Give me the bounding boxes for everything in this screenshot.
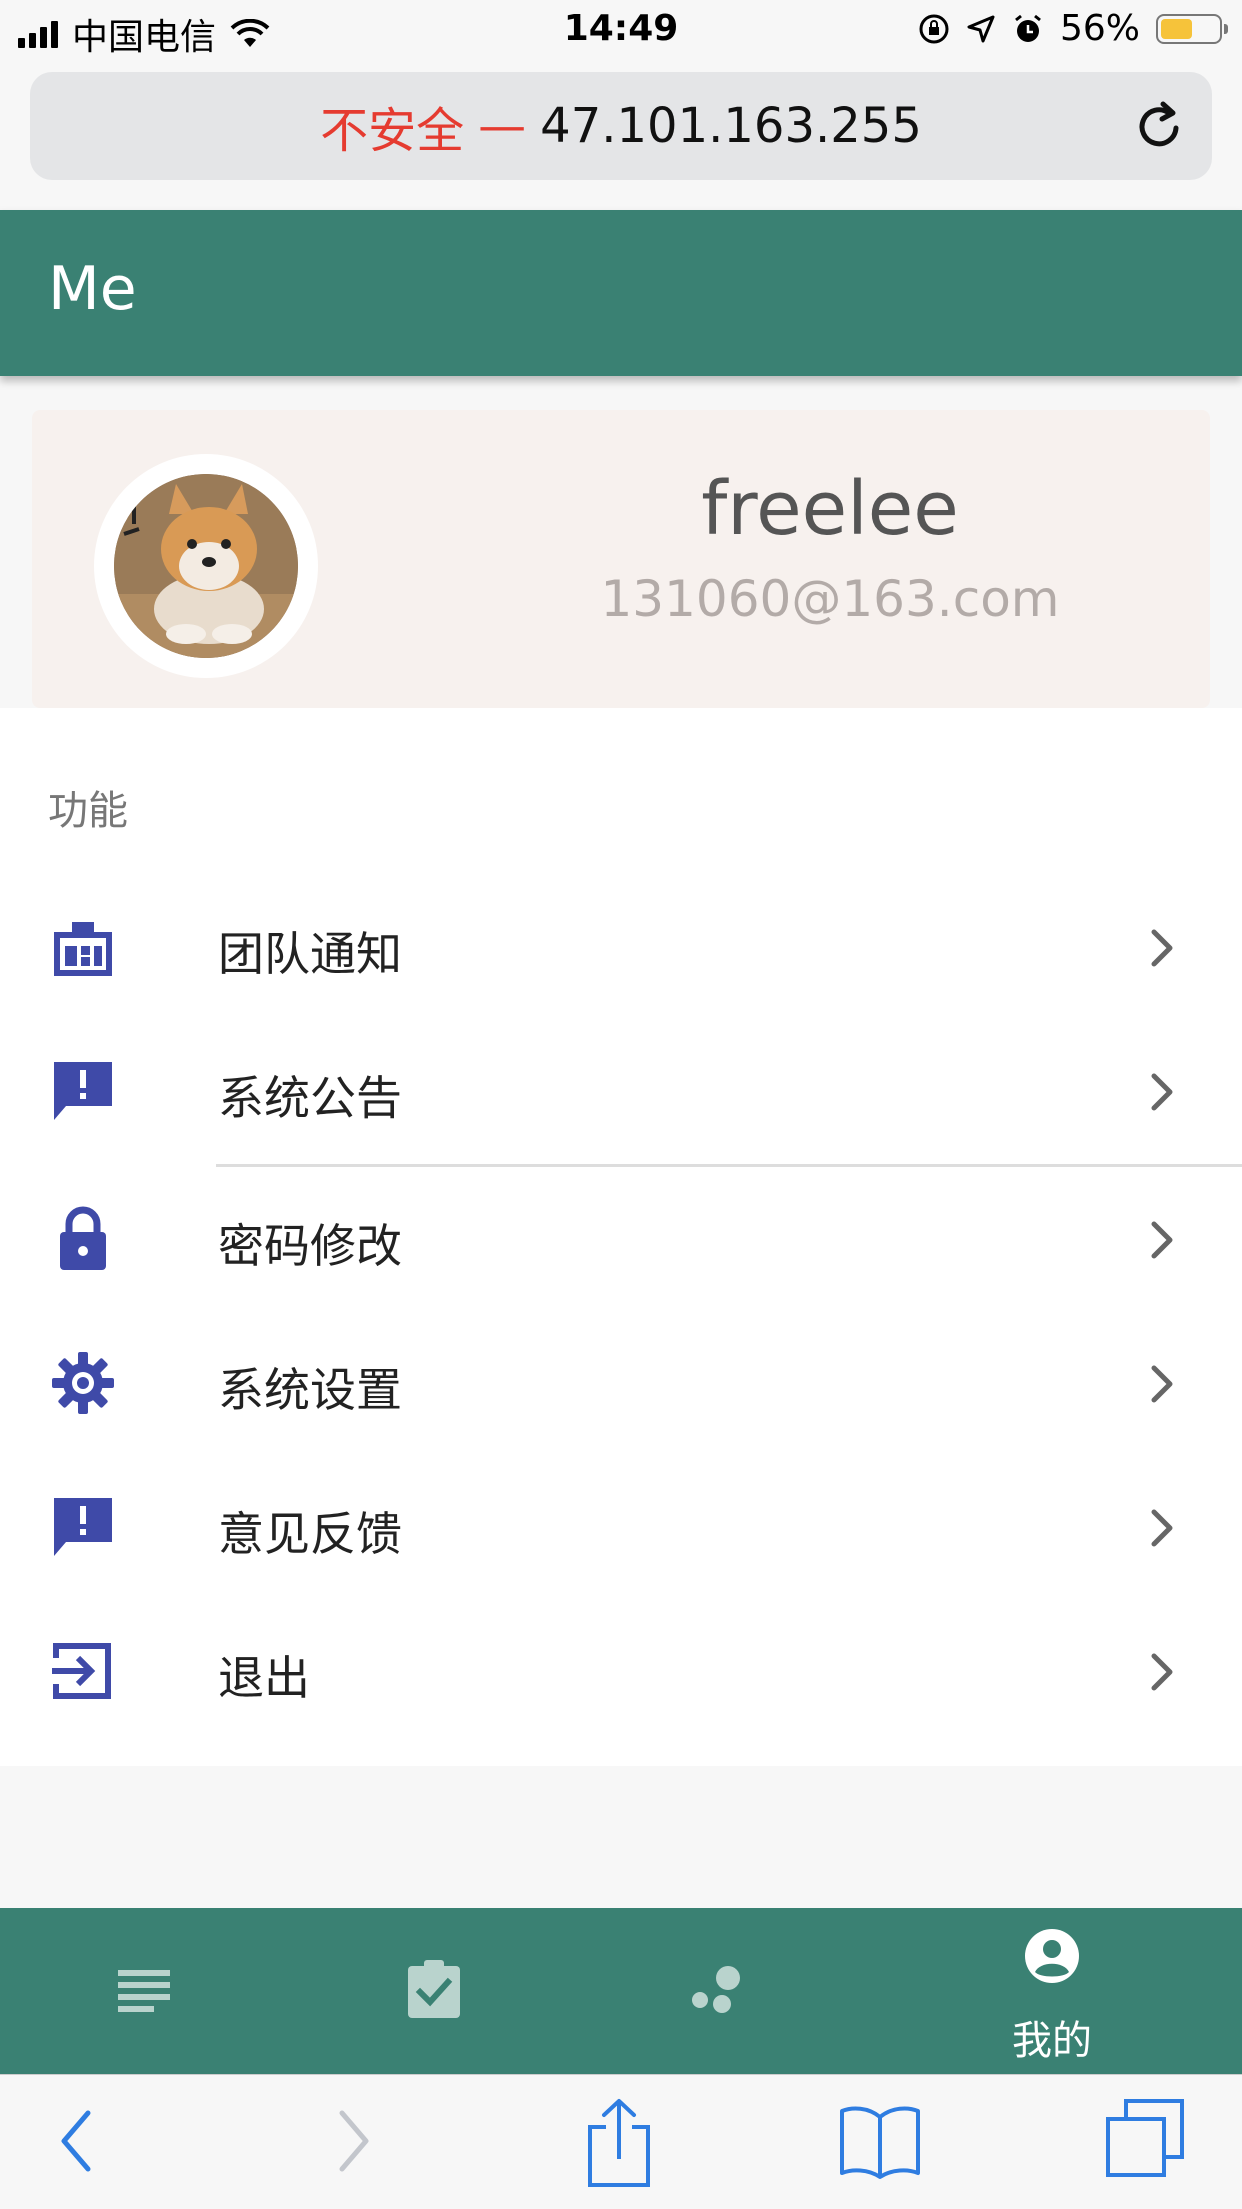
battery-level [1161, 18, 1192, 39]
status-right: 56% [918, 8, 1228, 49]
user-name: freelee [701, 466, 959, 552]
url-area: 不安全 — 47.101.163.255 [0, 64, 1242, 210]
tabs-icon[interactable] [1104, 2097, 1188, 2181]
chevron-right-icon [1151, 1221, 1173, 1259]
tab-label: 我的 [1012, 2018, 1092, 2064]
menu-item-label: 密码修改 [218, 1219, 402, 1273]
url-host: 47.101.163.255 [540, 98, 922, 154]
chevron-right-icon [1151, 1073, 1173, 1111]
function-section: 功能 团队通知 系统公告 密码修改 系统设置 意见反馈 退出 [0, 708, 1242, 1766]
address-bar[interactable]: 不安全 — 47.101.163.255 [30, 72, 1212, 180]
menu-item-feedback[interactable]: 意见反馈 [0, 1454, 1242, 1598]
chevron-right-icon [1151, 929, 1173, 967]
menu-item-label: 意见反馈 [218, 1507, 402, 1561]
battery-icon [1156, 13, 1228, 44]
list-icon [118, 1970, 170, 2012]
user-email: 131060@163.com [600, 570, 1060, 628]
tab-bubbles[interactable] [620, 1908, 820, 2074]
tab-bar: 我的 [0, 1908, 1242, 2074]
chevron-right-icon [1151, 1509, 1173, 1547]
menu-item-label: 系统公告 [218, 1071, 402, 1125]
back-icon[interactable] [52, 2101, 102, 2181]
tab-list[interactable] [44, 1908, 244, 2074]
account-icon [1025, 1929, 1079, 1983]
url-separator: — [478, 98, 527, 154]
menu-item-label: 系统设置 [218, 1363, 402, 1417]
feedback-icon [54, 1498, 112, 1556]
location-icon [967, 15, 995, 42]
alarm-icon [1015, 14, 1041, 42]
menu-item-team-notice[interactable]: 团队通知 [0, 874, 1242, 1018]
menu-item-label: 团队通知 [218, 927, 402, 981]
browser-toolbar [0, 2074, 1242, 2209]
menu-item-system-settings[interactable]: 系统设置 [0, 1310, 1242, 1454]
battery-percent: 56% [1059, 8, 1140, 49]
menu-item-label: 退出 [218, 1651, 310, 1705]
lock-icon [60, 1206, 106, 1270]
page-title: Me [48, 254, 137, 324]
chevron-right-icon [1151, 1653, 1173, 1691]
menu-item-change-password[interactable]: 密码修改 [0, 1166, 1242, 1310]
menu-item-logout[interactable]: 退出 [0, 1598, 1242, 1742]
app-header: Me [0, 210, 1242, 376]
insecure-label: 不安全 [320, 103, 465, 159]
section-title: 功能 [48, 788, 128, 834]
clipboard-check-icon [408, 1960, 460, 2018]
announcement-icon [54, 1062, 112, 1120]
avatar[interactable] [114, 474, 298, 658]
status-bar: 中国电信 14:49 56% [0, 0, 1242, 64]
reload-icon[interactable] [1132, 98, 1188, 154]
building-icon [54, 922, 112, 976]
dog-avatar-image [114, 474, 298, 658]
gear-icon [52, 1352, 114, 1414]
bubbles-icon [692, 1966, 740, 2013]
logout-icon [52, 1643, 111, 1699]
menu-item-announcement[interactable]: 系统公告 [0, 1018, 1242, 1162]
chevron-right-icon [1151, 1365, 1173, 1403]
profile-card[interactable]: freelee 131060@163.com [32, 410, 1210, 708]
tab-tasks[interactable] [332, 1908, 532, 2074]
share-icon[interactable] [584, 2097, 654, 2189]
avatar-ring [94, 454, 318, 678]
forward-icon[interactable] [328, 2101, 378, 2181]
tab-me[interactable]: 我的 [952, 1908, 1152, 2074]
bookmarks-icon[interactable] [838, 2101, 922, 2181]
orientation-lock-icon [919, 14, 949, 43]
